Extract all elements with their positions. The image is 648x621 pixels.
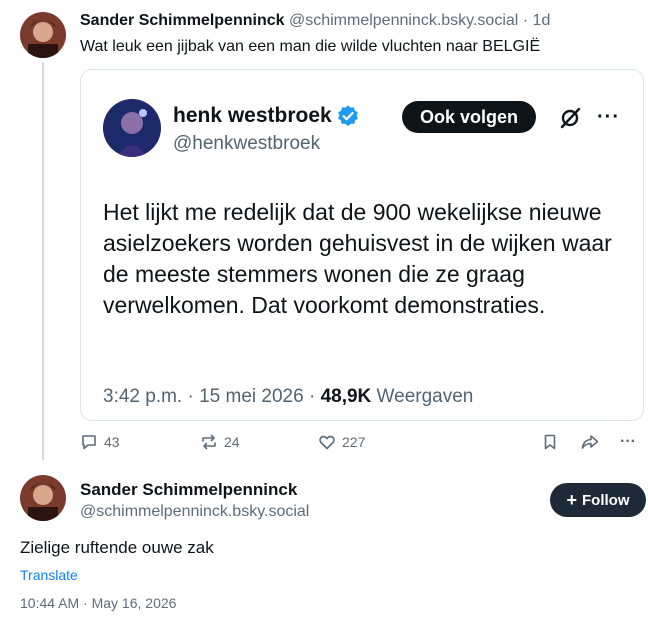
grok-icon: [558, 106, 582, 135]
quoted-views-label: Weergaven: [371, 386, 474, 407]
like-count: 227: [342, 434, 366, 450]
follow-button[interactable]: + Follow: [550, 483, 646, 517]
bookmark-icon[interactable]: [541, 433, 559, 456]
parent-post-header: Sander Schimmelpenninck @schimmelpenninc…: [80, 12, 550, 30]
verified-badge-icon: [336, 104, 360, 133]
follow-label: Follow: [582, 491, 630, 509]
repost-icon: [200, 433, 218, 451]
more-icon[interactable]: ···: [620, 433, 636, 451]
like-icon: [318, 433, 336, 451]
quoted-follow-pill: Ook volgen: [402, 101, 537, 133]
parent-author-avatar[interactable]: [20, 12, 66, 58]
repost-count: 24: [224, 434, 240, 450]
reply-button[interactable]: 43: [80, 433, 120, 451]
reply-post-text: Zielige ruftende ouwe zak: [20, 538, 214, 557]
parent-post-text: Wat leuk een jijbak van een man die wild…: [80, 38, 541, 55]
quoted-time: 3:42 p.m. · 15 mei 2026 ·: [103, 386, 321, 407]
thread-line: [42, 62, 44, 460]
quoted-author-name: henk westbroek: [173, 104, 332, 127]
quoted-views-count: 48,9K: [320, 386, 372, 407]
share-icon[interactable]: [580, 433, 600, 456]
quoted-author-avatar: [103, 99, 161, 157]
reply-count: 43: [104, 434, 120, 450]
quoted-meta: 3:42 p.m. · 15 mei 2026 · 48,9K Weergave…: [103, 386, 473, 408]
quoted-image-card[interactable]: henk westbroek @henkwestbroek Ook volgen…: [80, 69, 644, 421]
parent-author-name[interactable]: Sander Schimmelpenninck: [80, 12, 285, 29]
reply-timestamp: 10:44 AM · May 16, 2026: [20, 595, 177, 611]
reply-author-handle[interactable]: @schimmelpenninck.bsky.social: [80, 503, 309, 521]
like-button[interactable]: 227: [318, 433, 365, 451]
reply-author-avatar[interactable]: [20, 475, 66, 521]
repost-button[interactable]: 24: [200, 433, 240, 451]
quoted-more-icon: ···: [597, 106, 620, 128]
parent-author-meta: @schimmelpenninck.bsky.social · 1d: [284, 12, 551, 29]
plus-icon: +: [566, 490, 577, 510]
translate-link[interactable]: Translate: [20, 567, 78, 583]
reply-author-name[interactable]: Sander Schimmelpenninck: [80, 480, 297, 500]
reply-icon: [80, 433, 98, 451]
quoted-author-handle: @henkwestbroek: [173, 133, 321, 154]
quoted-body-text: Het lijkt me redelijk dat de 900 wekelij…: [103, 199, 612, 318]
